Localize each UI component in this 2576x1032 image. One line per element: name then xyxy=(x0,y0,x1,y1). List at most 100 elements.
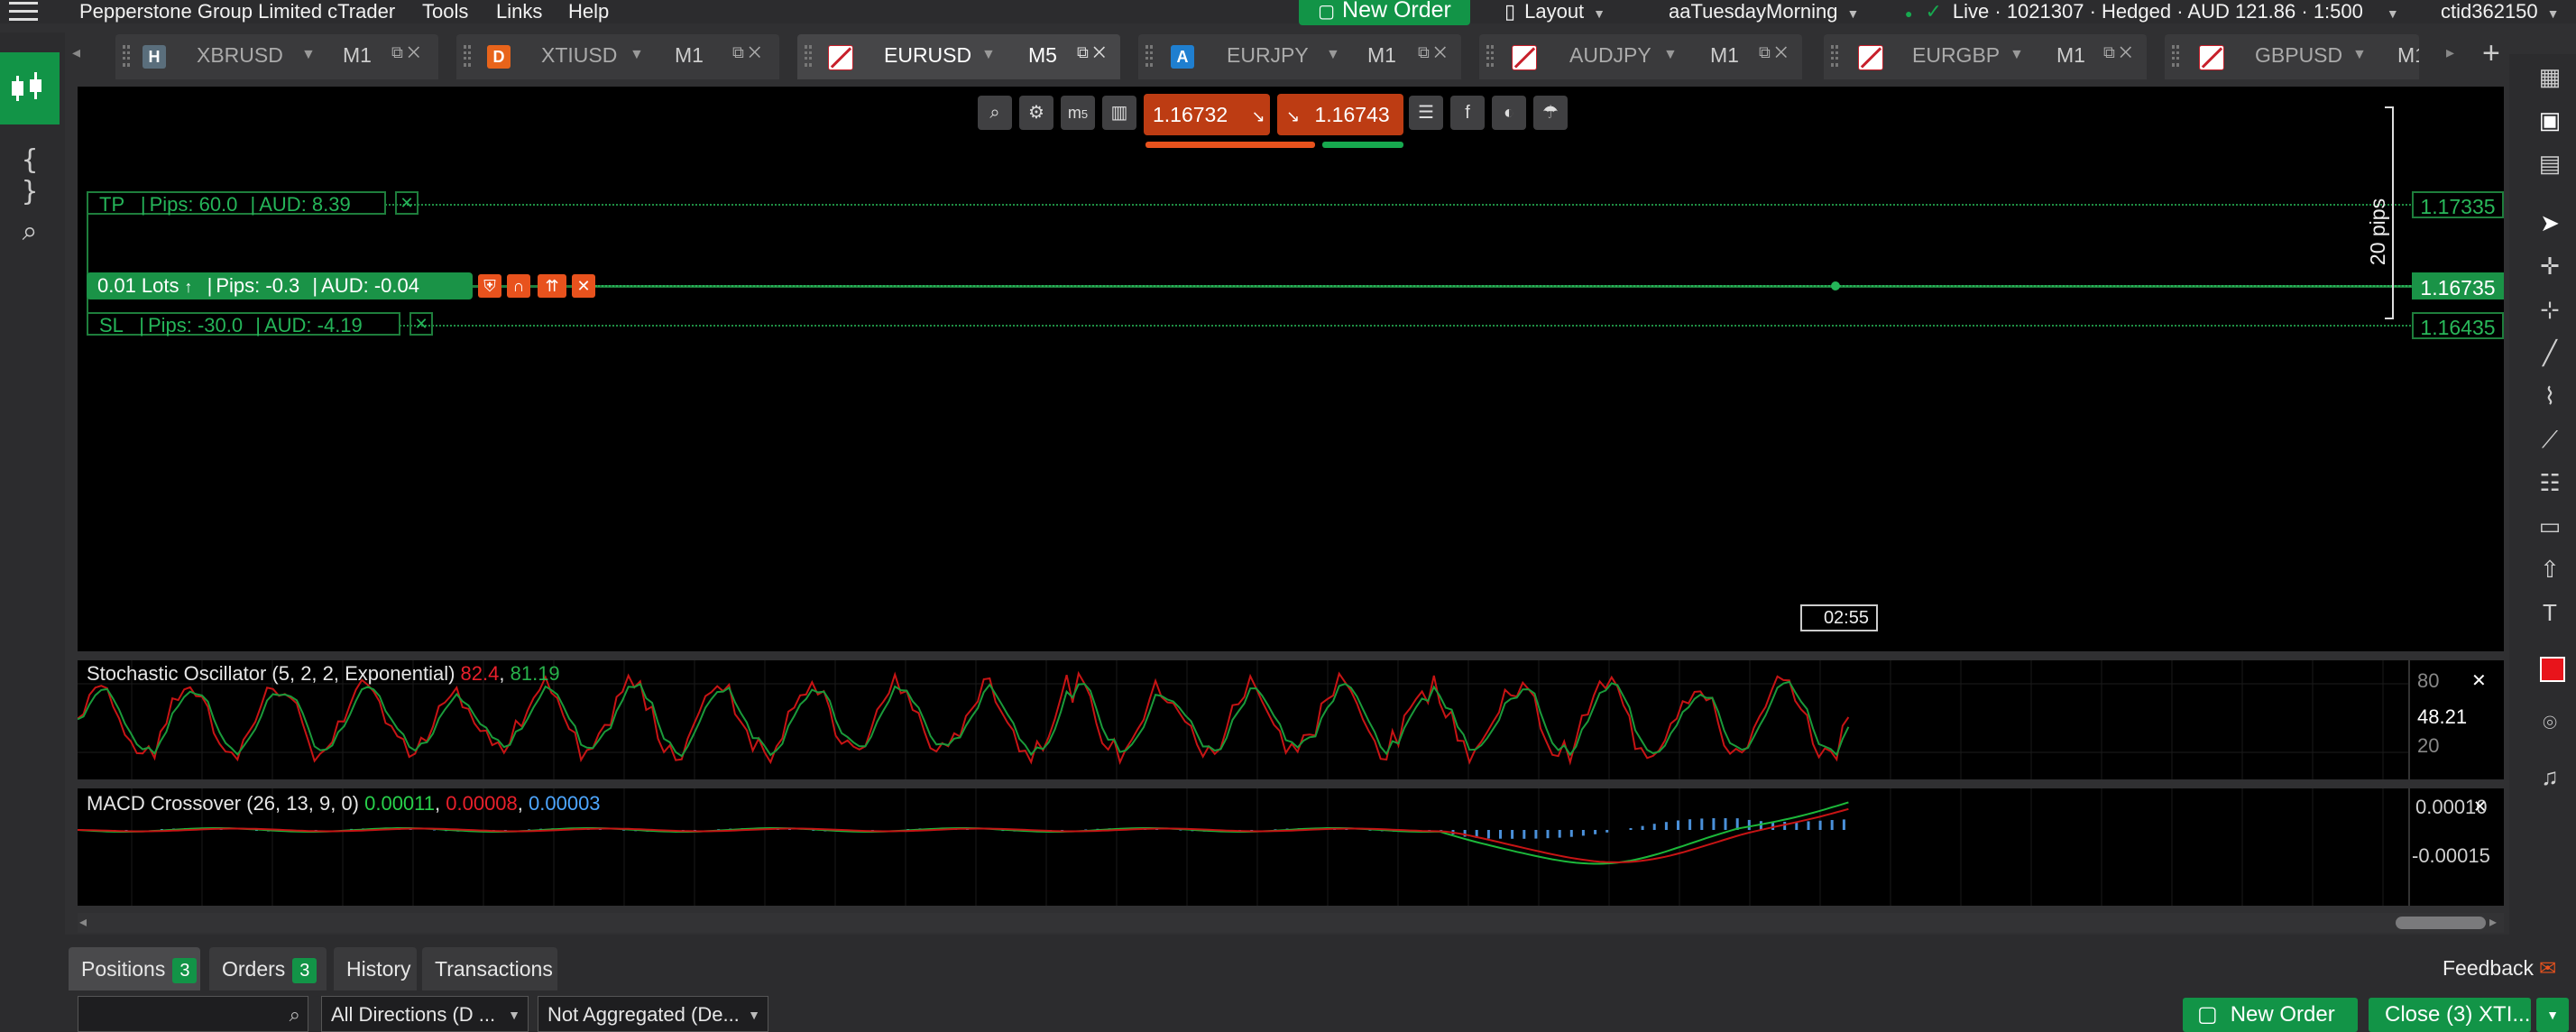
drag-handle-icon[interactable] xyxy=(1486,45,1494,67)
remove-tp-close-icon[interactable]: ✕ xyxy=(395,191,419,215)
position-label[interactable]: 0.01 Lots ↑ | Pips: -0.3 | AUD: -0.04 xyxy=(87,272,473,299)
chevron-down-icon[interactable]: ▼ xyxy=(2352,47,2367,63)
chevron-down-icon[interactable]: ▼ xyxy=(301,47,316,63)
chart-tab-eurusd[interactable]: EURUSD ▼ M5 ⧉ ✕ xyxy=(797,34,1120,79)
scroll-right-icon[interactable]: ▸ xyxy=(2489,913,2497,931)
sl-line[interactable] xyxy=(87,325,2414,327)
chart-tab-gbpusd[interactable]: GBPUSD ▼ M1 xyxy=(2165,34,2419,79)
chevron-down-icon[interactable]: ▼ xyxy=(2010,47,2024,63)
tab-timeframe[interactable]: M1 xyxy=(1710,43,1739,68)
protect-shield-icon[interactable]: ⛨ xyxy=(478,274,501,298)
crosshair-icon[interactable]: ✛ xyxy=(2536,253,2563,281)
tab-orders[interactable]: Orders 3 xyxy=(209,947,327,991)
facebook-icon[interactable]: f xyxy=(1450,96,1485,130)
tabs-scroll-left-icon[interactable]: ◂ xyxy=(72,43,80,62)
chart-settings-icon[interactable]: ⚙ xyxy=(1019,96,1053,130)
close-options-chevron-icon[interactable]: ▼ xyxy=(2536,998,2569,1032)
scroll-left-icon[interactable]: ◂ xyxy=(79,913,87,931)
tab-timeframe[interactable]: M1 xyxy=(2397,43,2419,68)
bell-icon[interactable]: ♫ xyxy=(2536,763,2563,791)
feedback-link[interactable]: Feedback ✉ xyxy=(2443,956,2556,981)
detach-close-icon[interactable]: ⧉ ✕ xyxy=(2103,43,2132,62)
tab-history[interactable]: History xyxy=(334,947,417,991)
arrow-up-icon[interactable]: ⇧ xyxy=(2536,556,2563,584)
tab-timeframe[interactable]: M1 xyxy=(343,43,372,68)
close-stochastic-icon[interactable]: ✕ xyxy=(2471,669,2487,692)
tp-line[interactable] xyxy=(87,204,2414,206)
new-order-button[interactable]: ▢ New Order xyxy=(1299,0,1470,25)
drag-handle-icon[interactable] xyxy=(464,45,471,67)
drag-handle-icon[interactable] xyxy=(123,45,130,67)
chart-tab-xbrusd[interactable]: H XBRUSD ▼ M1 ⧉ ✕ xyxy=(115,34,438,79)
tab-timeframe[interactable]: M1 xyxy=(675,43,704,68)
add-tab-icon[interactable]: + xyxy=(2482,36,2500,71)
directions-filter[interactable]: All Directions (D ... ▼ xyxy=(321,996,529,1032)
hamburger-menu-icon[interactable] xyxy=(9,0,38,23)
buy-price-button[interactable]: ↘ 1.16743 xyxy=(1277,94,1403,135)
grid-layout-icon[interactable]: ▦ xyxy=(2536,63,2563,91)
tab-timeframe[interactable]: M5 xyxy=(1028,43,1057,68)
fibonacci-icon[interactable]: ⌇ xyxy=(2536,382,2563,410)
detach-close-icon[interactable]: ⧉ ✕ xyxy=(1077,43,1106,62)
layout-menu[interactable]: ▯ Layout ▼ xyxy=(1504,0,1605,25)
detach-close-icon[interactable]: ⧉ ✕ xyxy=(1418,43,1447,62)
zoom-icon[interactable]: ⌕ xyxy=(978,96,1012,130)
sell-price-button[interactable]: 1.16732 ↘ xyxy=(1144,94,1270,135)
timeframe-button[interactable]: m5 xyxy=(1061,96,1095,130)
chart-scrollbar-thumb[interactable] xyxy=(2396,917,2486,929)
detach-close-icon[interactable]: ⧉ ✕ xyxy=(1759,43,1788,62)
close-macd-icon[interactable]: ✕ xyxy=(2473,797,2487,816)
order-list-icon[interactable]: ☰ xyxy=(1409,96,1443,130)
tab-timeframe[interactable]: M1 xyxy=(1367,43,1396,68)
drag-handle-icon[interactable] xyxy=(805,45,812,67)
channel-icon[interactable]: ☷ xyxy=(2536,469,2563,497)
reverse-icon[interactable]: ∩ xyxy=(507,274,530,298)
remove-sl-close-icon[interactable]: ✕ xyxy=(409,312,433,336)
menu-links[interactable]: Links xyxy=(496,0,542,23)
tabs-scroll-right-icon[interactable]: ▸ xyxy=(2446,43,2454,62)
chart-tab-eurjpy[interactable]: A EURJPY ▼ M1 ⧉ ✕ xyxy=(1138,34,1461,79)
positions-search-input[interactable]: ⌕ xyxy=(78,996,308,1032)
chart-tab-eurgbp[interactable]: EURGBP ▼ M1 ⧉ ✕ xyxy=(1824,34,2147,79)
account-selector[interactable]: ● ✓ Live · 1021307 · Hedged · AUD 121.86 ·… xyxy=(1905,0,2399,25)
rectangle-icon[interactable]: ▭ xyxy=(2536,512,2563,540)
close-position-icon[interactable]: ✕ xyxy=(572,274,595,298)
detach-close-icon[interactable]: ⧉ ✕ xyxy=(391,43,420,62)
drag-handle-icon[interactable] xyxy=(1831,45,1838,67)
chevron-down-icon[interactable]: ▼ xyxy=(1326,47,1340,63)
tp-label[interactable]: TP | Pips: 60.0 | AUD: 8.39 xyxy=(87,191,386,216)
aggregation-filter[interactable]: Not Aggregated (De... ▼ xyxy=(538,996,768,1032)
chevron-down-icon[interactable]: ▼ xyxy=(1663,47,1678,63)
tab-positions[interactable]: Positions 3 xyxy=(69,947,200,991)
trade-app-button[interactable] xyxy=(0,52,60,124)
chart-scrollbar-track[interactable] xyxy=(78,913,2504,933)
chevron-down-icon[interactable]: ▼ xyxy=(981,47,996,63)
drag-handle-icon[interactable] xyxy=(1145,45,1153,67)
double-icon[interactable]: ⇈ xyxy=(538,274,566,298)
new-order-bottom-button[interactable]: ▢ New Order xyxy=(2183,998,2358,1032)
text-icon[interactable]: T xyxy=(2536,599,2563,627)
detach-close-icon[interactable]: ⧉ ✕ xyxy=(732,43,761,62)
chart-tab-audjpy[interactable]: AUDJPY ▼ M1 ⧉ ✕ xyxy=(1479,34,1802,79)
chart-tab-xtiusd[interactable]: D XTIUSD ▼ M1 ⧉ ✕ xyxy=(456,34,779,79)
chart-type-icon[interactable]: ▥ xyxy=(1102,96,1136,130)
sl-label[interactable]: SL | Pips: -30.0 | AUD: -4.19 xyxy=(87,312,400,336)
copy-icon[interactable]: ◐ xyxy=(1492,96,1526,130)
automate-code-icon[interactable]: { } xyxy=(7,144,52,207)
menu-tools[interactable]: Tools xyxy=(422,0,468,23)
single-layout-icon[interactable]: ▣ xyxy=(2536,106,2563,134)
tab-transactions[interactable]: Transactions xyxy=(422,947,557,991)
color-swatch-icon[interactable] xyxy=(2540,657,2565,682)
pitchfork-icon[interactable]: ⟋ xyxy=(2536,426,2563,455)
chevron-down-icon[interactable]: ▼ xyxy=(630,47,644,63)
measure-icon[interactable]: ⊹ xyxy=(2536,296,2563,324)
camera-icon[interactable]: ⌾ xyxy=(2536,709,2563,738)
ctid-menu[interactable]: ctid362150 ▼ xyxy=(2441,0,2560,25)
workspace-selector[interactable]: aaTuesdayMorning ▼ xyxy=(1669,0,1859,25)
price-chart[interactable] xyxy=(78,87,2504,651)
tab-timeframe[interactable]: M1 xyxy=(2056,43,2085,68)
drag-handle-icon[interactable] xyxy=(2172,45,2179,67)
analyze-search-icon[interactable]: ⌕ xyxy=(7,217,52,253)
trendline-icon[interactable]: ╱ xyxy=(2536,339,2563,367)
menu-help[interactable]: Help xyxy=(568,0,609,23)
